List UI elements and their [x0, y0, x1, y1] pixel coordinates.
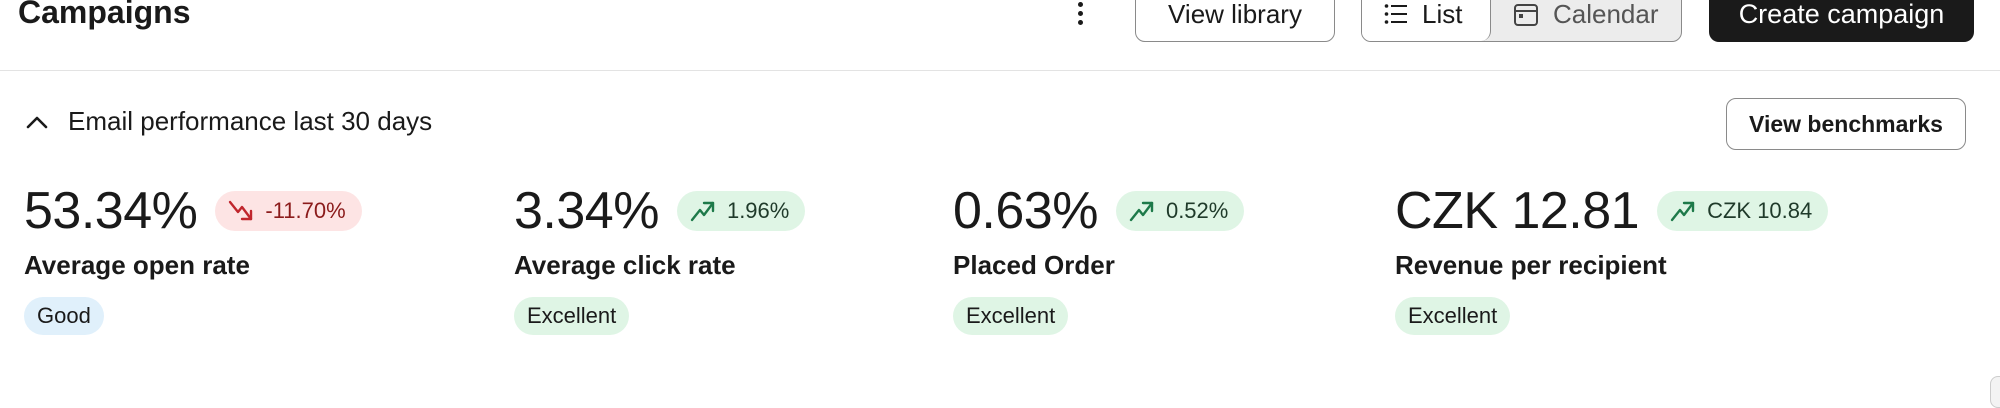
rating-badge: Good — [24, 297, 104, 335]
create-campaign-button[interactable]: Create campaign — [1709, 0, 1974, 42]
trend-up-icon — [690, 201, 715, 222]
more-options-button[interactable] — [1068, 0, 1092, 30]
list-view-button[interactable]: List — [1362, 0, 1491, 41]
trend-value: 0.52% — [1165, 198, 1229, 223]
trend-badge: -11.70% — [215, 191, 362, 231]
view-toggle: List Calendar — [1361, 0, 1682, 42]
metric-value: CZK 12.81 — [1395, 182, 1640, 240]
metric-label: Average open rate — [24, 250, 250, 280]
metric-label: Placed Order — [953, 250, 1115, 280]
more-vertical-icon — [1077, 1, 1083, 7]
page-title: Campaigns — [18, 0, 191, 30]
metric-card: 53.34% -11.70% Average open rate Good — [24, 180, 362, 335]
rating-badge: Excellent — [953, 297, 1069, 335]
metric-label: Average click rate — [514, 250, 736, 280]
metric-card: 3.34% 1.96% Average click rate Excellent — [514, 180, 806, 335]
trend-up-icon — [1670, 201, 1695, 222]
metric-card: CZK 12.81 CZK 10.84 Revenue per recipien… — [1395, 180, 1829, 335]
chevron-up-icon — [26, 116, 48, 128]
performance-title: Email performance last 30 days — [68, 106, 433, 136]
scroll-handle[interactable] — [1990, 376, 2000, 408]
calendar-icon — [1514, 4, 1538, 26]
metric-value: 3.34% — [514, 182, 659, 240]
trend-value: 1.96% — [726, 198, 790, 223]
trend-value: CZK 10.84 — [1707, 198, 1813, 223]
metric-card: 0.63% 0.52% Placed Order Excellent — [953, 180, 1245, 335]
metric-label: Revenue per recipient — [1395, 250, 1667, 280]
metric-value: 53.34% — [24, 182, 198, 240]
trend-down-icon — [229, 200, 253, 221]
calendar-view-button[interactable]: Calendar — [1491, 0, 1681, 41]
trend-badge: 1.96% — [676, 191, 806, 231]
trend-badge: CZK 10.84 — [1657, 191, 1829, 231]
trend-value: -11.70% — [265, 198, 346, 223]
view-benchmarks-button[interactable]: View benchmarks — [1726, 98, 1966, 150]
rating-badge: Excellent — [1395, 297, 1511, 335]
rating-badge: Excellent — [514, 297, 630, 335]
trend-up-icon — [1129, 201, 1154, 222]
performance-section-toggle[interactable]: Email performance last 30 days — [26, 106, 432, 137]
view-library-button[interactable]: View library — [1135, 0, 1335, 42]
calendar-view-label: Calendar — [1553, 0, 1659, 29]
page-header: Campaigns View library List Calendar Cre… — [0, 0, 2000, 71]
list-icon — [1384, 4, 1407, 24]
trend-badge: 0.52% — [1115, 191, 1245, 231]
list-view-label: List — [1422, 0, 1463, 29]
metric-value: 0.63% — [953, 182, 1098, 240]
